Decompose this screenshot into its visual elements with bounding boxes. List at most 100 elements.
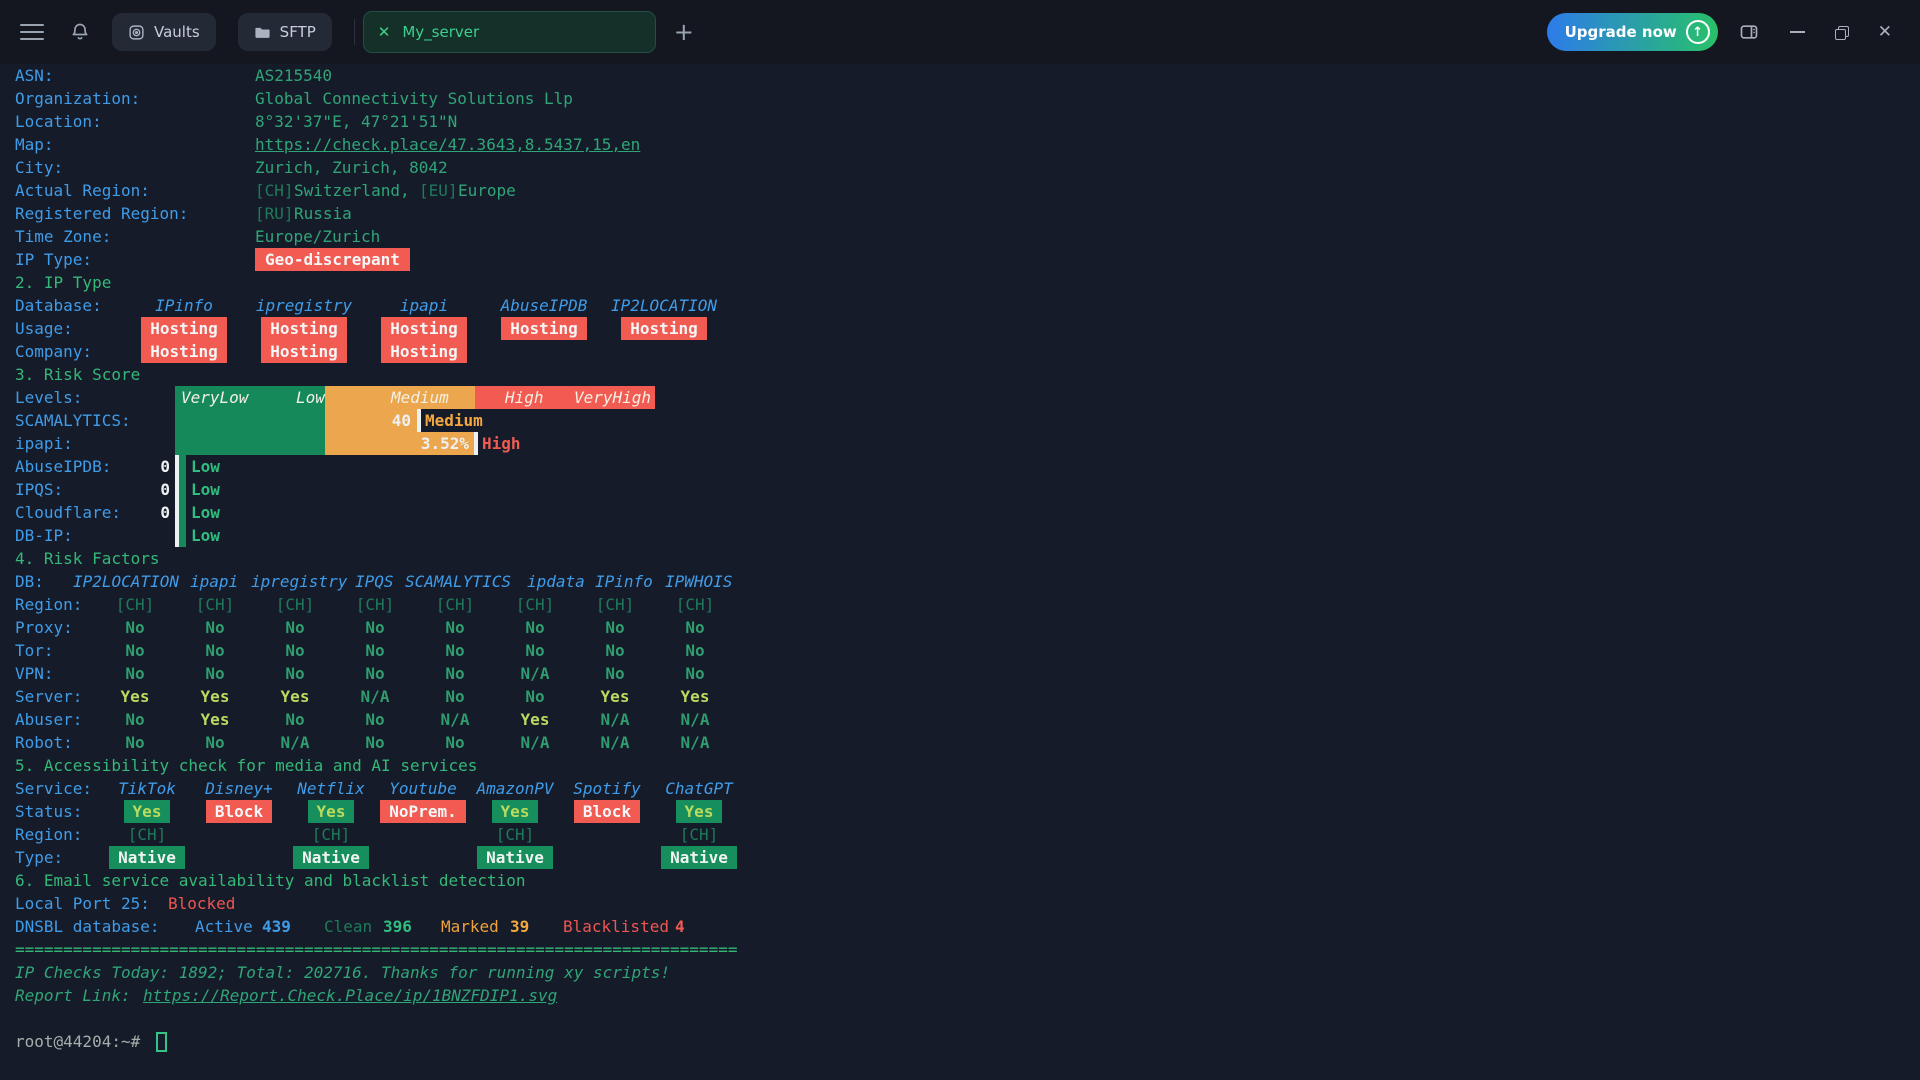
terminal-text: ipapi — [190, 570, 238, 593]
label-database: Database: — [15, 294, 102, 317]
terminal-line — [0, 1007, 1920, 1030]
terminal-block — [179, 524, 186, 547]
terminal-text: [CH] — [175, 593, 255, 616]
upgrade-now-button[interactable]: Upgrade now ↑ — [1547, 13, 1718, 51]
terminal-block — [179, 455, 186, 478]
terminal-line: City:Zurich, Zurich, 8042 — [0, 156, 1920, 179]
badge-cell: Native — [101, 846, 193, 869]
label-port25: Local Port 25: — [15, 892, 150, 915]
terminal-line: Report Link: https://Report.Check.Place/i… — [0, 984, 1920, 1007]
terminal-block — [179, 501, 186, 524]
terminal-text: Medium — [391, 386, 449, 409]
badge-cell: Hosting — [364, 340, 484, 363]
tab-my-server[interactable]: ✕ My_server — [363, 11, 656, 53]
terminal-line: Region:[CH][CH][CH][CH] — [0, 823, 1920, 846]
label-organization: Organization: — [15, 87, 140, 110]
terminal-text: No — [335, 662, 415, 685]
restore-button[interactable] — [1835, 26, 1848, 39]
label-map: Map: — [15, 133, 54, 156]
terminal-line: Company:HostingHostingHosting — [0, 340, 1920, 363]
shell-prompt: root@44204:~# — [15, 1030, 140, 1053]
terminal-line: Tor:NoNoNoNoNoNoNoNo — [0, 639, 1920, 662]
terminal-text: [CH] — [655, 593, 735, 616]
terminal-text: No — [95, 639, 175, 662]
terminal-text: Netflix — [285, 777, 377, 800]
ipapi-level: High — [482, 432, 521, 455]
status-chatgpt: Yes — [676, 800, 723, 823]
bar-cursor — [417, 409, 421, 432]
terminal-text: N/A — [495, 662, 575, 685]
terminal-text: N/A — [415, 708, 495, 731]
terminal-line: Service:TikTokDisney+NetflixYoutubeAmazo… — [0, 777, 1920, 800]
terminal-text: No — [175, 639, 255, 662]
terminal-text: IPQS — [355, 570, 394, 593]
section-email: 6. Email service availability and blackl… — [15, 869, 526, 892]
type-chatgpt: Native — [661, 846, 737, 869]
label-report-link: Report Link: — [15, 984, 131, 1007]
terminal-text: [CH] — [575, 593, 655, 616]
terminal-text: [CH] — [495, 593, 575, 616]
abuseipdb-score: 0 — [15, 455, 170, 478]
minimize-button[interactable] — [1790, 31, 1805, 33]
hamburger-icon — [20, 24, 44, 26]
value-organization: Global Connectivity Solutions Llp — [255, 87, 573, 110]
panel-toggle-button[interactable] — [1738, 22, 1760, 42]
terminal-text: No — [495, 616, 575, 639]
port25-status: Blocked — [168, 892, 235, 915]
terminal-line: 2. IP Type — [0, 271, 1920, 294]
terminal-text: No — [335, 616, 415, 639]
terminal-text: No — [95, 616, 175, 639]
terminal-text: IP2LOCATION — [604, 294, 724, 317]
ipqs-score: 0 — [15, 478, 170, 501]
terminal-text: [CH] — [469, 823, 561, 846]
map-link[interactable]: https://check.place/47.3643,8.5437,15,en — [255, 133, 640, 156]
type-tiktok: Native — [109, 846, 185, 869]
terminal-text: ipapi — [364, 294, 484, 317]
label-location: Location: — [15, 110, 102, 133]
terminal-text: Europe — [458, 179, 516, 202]
terminal-text: N/A — [655, 731, 735, 754]
status-badge: Hosting — [141, 340, 226, 363]
bar-cursor — [474, 432, 478, 455]
label-dnsbl: DNSBL database: — [15, 915, 160, 938]
terminal-text: SCAMALYTICS — [405, 570, 511, 593]
status-badge: Hosting — [381, 317, 466, 340]
terminal-cursor — [156, 1032, 167, 1052]
terminal-text: IP2LOCATION — [73, 570, 179, 593]
menu-button[interactable] — [20, 24, 44, 40]
badge-cell: Yes — [469, 800, 561, 823]
terminal-text: Clean — [324, 915, 372, 938]
badge-cell: Native — [285, 846, 377, 869]
terminal-text: AbuseIPDB — [484, 294, 604, 317]
type-amazonpv: Native — [477, 846, 553, 869]
vaults-button[interactable]: Vaults — [112, 13, 216, 51]
badge-cell: NoPrem. — [377, 800, 469, 823]
label-asn: ASN: — [15, 64, 54, 87]
new-tab-button[interactable]: + — [674, 20, 694, 44]
status-badge: Hosting — [261, 317, 346, 340]
terminal-text: Yes — [255, 685, 335, 708]
badge-cell: Hosting — [604, 317, 724, 340]
notifications-button[interactable] — [70, 22, 90, 42]
sftp-button[interactable]: SFTP — [238, 13, 332, 51]
terminal-text: Blacklisted — [563, 915, 669, 938]
close-window-button[interactable]: ✕ — [1878, 24, 1892, 41]
cloudflare-level: Low — [191, 501, 220, 524]
terminal-text: No — [95, 662, 175, 685]
window-controls: ✕ — [1738, 22, 1892, 42]
terminal-line: Proxy:NoNoNoNoNoNoNoNo — [0, 616, 1920, 639]
close-tab-icon[interactable]: ✕ — [378, 25, 391, 40]
dnsbl-clean: 396 — [383, 915, 412, 938]
label-db: DB: — [15, 570, 44, 593]
report-link[interactable]: https://Report.Check.Place/ip/1BNZFDIP1.… — [143, 984, 557, 1007]
ip-checks-summary: IP Checks Today: 1892; Total: 202716. Th… — [15, 961, 670, 984]
terminal-text: N/A — [655, 708, 735, 731]
terminal-text: VeryLow — [181, 386, 248, 409]
terminal[interactable]: ASN:AS215540Organization:Global Connecti… — [0, 64, 1920, 1080]
status-badge: Hosting — [261, 340, 346, 363]
ipqs-level: Low — [191, 478, 220, 501]
badge-cell: Yes — [285, 800, 377, 823]
label-ip-type: IP Type: — [15, 248, 92, 271]
status-badge: Hosting — [381, 340, 466, 363]
terminal-block — [175, 409, 325, 432]
